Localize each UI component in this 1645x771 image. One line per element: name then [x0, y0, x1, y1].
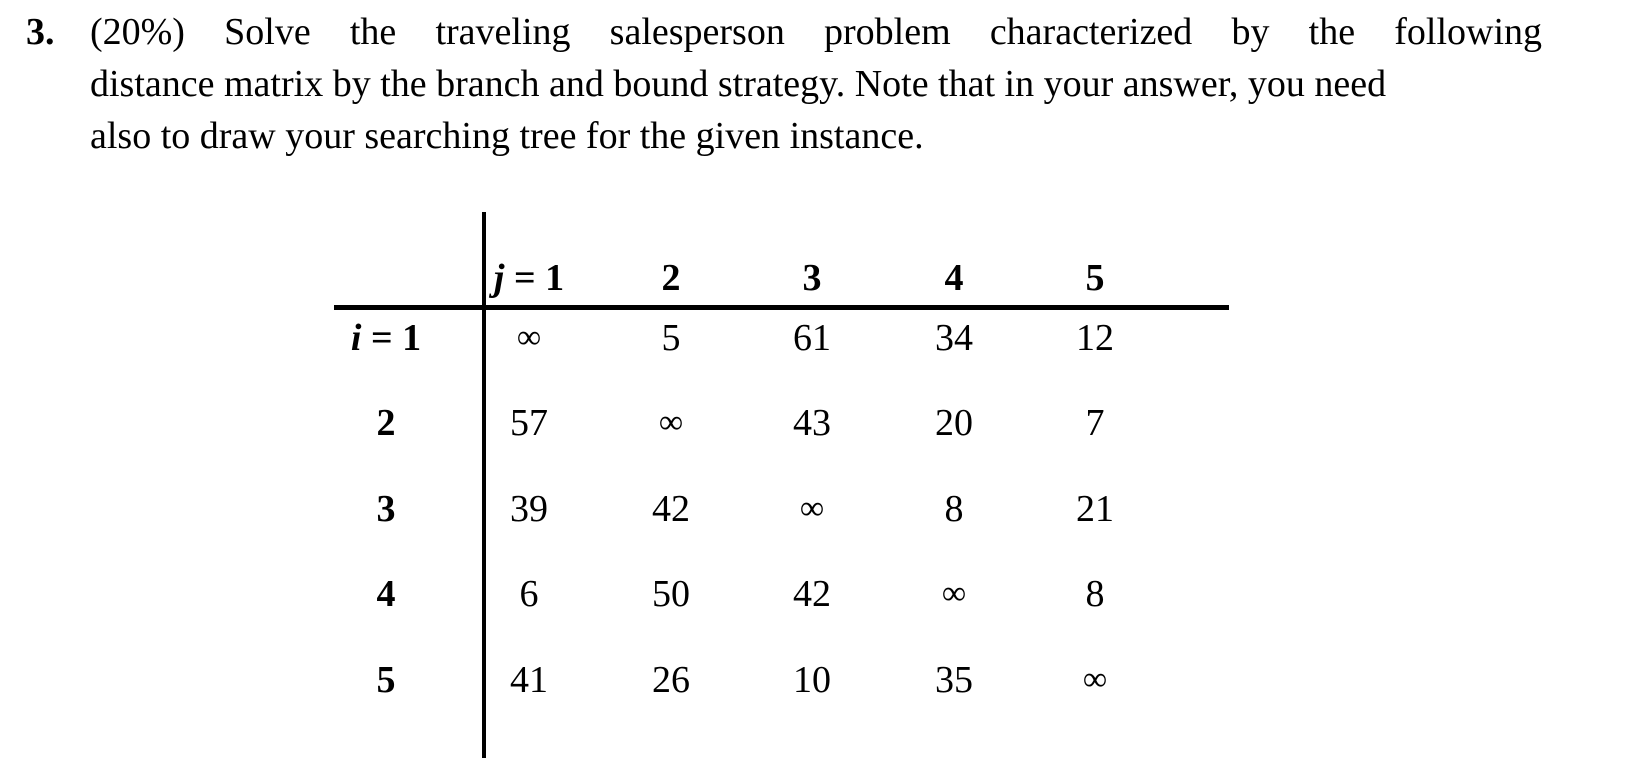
- column-header: 5: [1085, 257, 1105, 299]
- matrix-cell: 61: [793, 317, 831, 359]
- row-header: i = 1: [326, 316, 446, 360]
- distance-matrix: j = 12345i = 1 ∞ 5 61 34 12 2 57 ∞ 43 20 7 3 39 42 ∞ 8 21…: [334, 212, 1234, 762]
- column-header: 3: [802, 257, 822, 299]
- matrix-cell: 10: [793, 659, 831, 701]
- matrix-cell: 42: [793, 573, 831, 615]
- matrix-cell: 6: [519, 573, 539, 615]
- matrix-horizontal-rule: [334, 305, 1229, 310]
- question-text: (20%) Solve the traveling salesperson pr…: [90, 6, 1542, 162]
- matrix-cell: 34: [935, 317, 973, 359]
- matrix-cell: 39: [510, 488, 548, 530]
- row-header: 3: [376, 488, 396, 530]
- matrix-cell: 57: [510, 402, 548, 444]
- row-header: 4: [376, 573, 396, 615]
- matrix-cell: 12: [1076, 317, 1114, 359]
- question-number: 3.: [26, 11, 55, 53]
- matrix-cell: 43: [793, 402, 831, 444]
- matrix-cell: 21: [1076, 488, 1114, 530]
- matrix-cell: 7: [1085, 402, 1105, 444]
- question-line-2: distance matrix by the branch and bound …: [90, 63, 1387, 105]
- matrix-cell: 41: [510, 659, 548, 701]
- matrix-cell: ∞: [516, 319, 542, 356]
- column-variable: j: [493, 257, 505, 299]
- column-header: 4: [944, 257, 964, 299]
- matrix-cell: ∞: [658, 404, 684, 441]
- matrix-cell: ∞: [799, 490, 825, 527]
- question-line-1: (20%) Solve the traveling salesperson pr…: [90, 11, 1542, 53]
- matrix-cell: 42: [652, 488, 690, 530]
- row-header-label: = 1: [361, 317, 422, 359]
- matrix-cell: 8: [1085, 573, 1105, 615]
- column-header-label: = 1: [504, 257, 565, 299]
- matrix-cell: 8: [944, 488, 964, 530]
- matrix-cell: 35: [935, 659, 973, 701]
- matrix-cell: ∞: [1082, 661, 1108, 698]
- row-header: 2: [376, 402, 396, 444]
- matrix-cell: ∞: [941, 575, 967, 612]
- row-header: 5: [376, 659, 396, 701]
- matrix-cell: 5: [661, 317, 681, 359]
- matrix-cell: 20: [935, 402, 973, 444]
- row-variable: i: [350, 317, 362, 359]
- question-line-3: also to draw your searching tree for the…: [90, 115, 924, 157]
- matrix-cell: 50: [652, 573, 690, 615]
- column-header: 2: [661, 257, 681, 299]
- matrix-cell: 26: [652, 659, 690, 701]
- column-header: j = 1: [469, 256, 589, 300]
